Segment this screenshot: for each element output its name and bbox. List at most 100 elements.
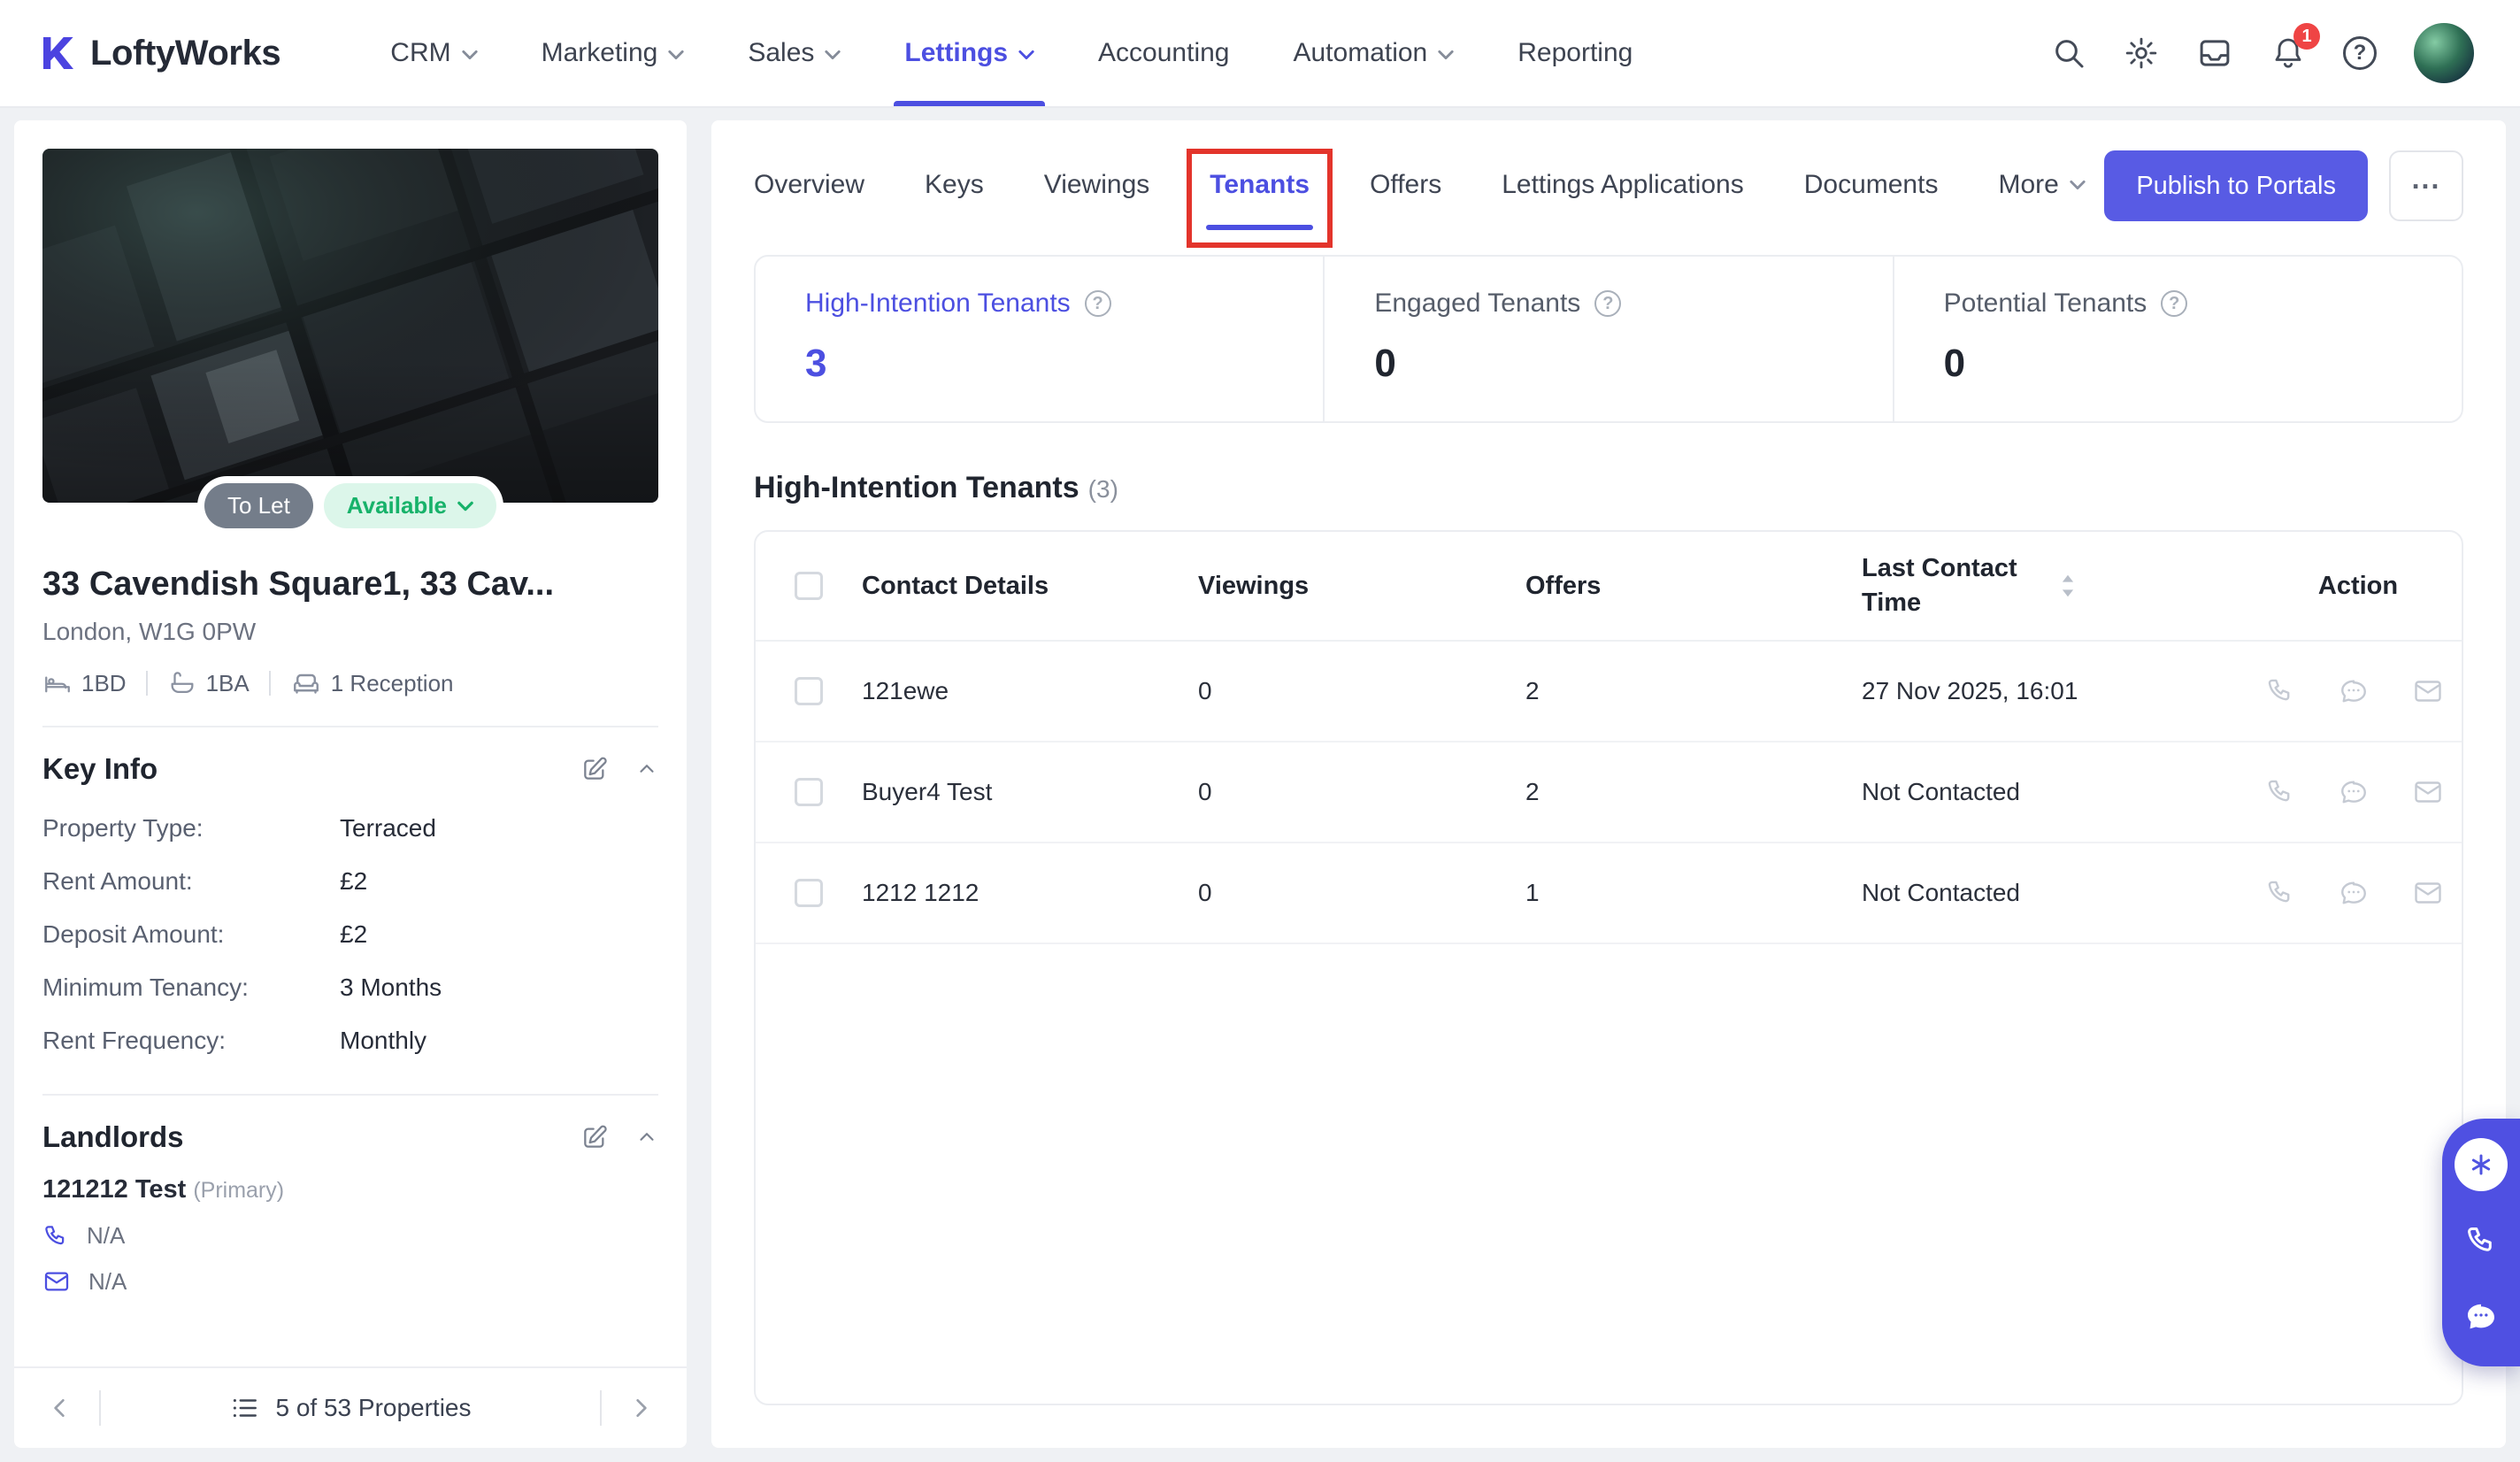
landlord-phone-row: N/A xyxy=(42,1222,658,1250)
next-property-button[interactable] xyxy=(619,1387,662,1429)
phone-icon xyxy=(45,1225,65,1244)
help-icon[interactable]: ? xyxy=(1084,290,1111,317)
help-icon[interactable]: ? xyxy=(1594,290,1622,317)
message-icon[interactable] xyxy=(2338,877,2370,909)
nav-item-reporting[interactable]: Reporting xyxy=(1486,0,1664,106)
call-icon[interactable] xyxy=(2265,777,2295,807)
availability-badge[interactable]: Available xyxy=(323,483,497,528)
divider xyxy=(145,671,148,696)
row-actions xyxy=(2265,675,2462,707)
sort-icon[interactable] xyxy=(2060,573,2076,598)
tab-tenants[interactable]: Tenants xyxy=(1187,142,1333,248)
nav-item-crm[interactable]: CRM xyxy=(358,0,509,106)
tenant-row[interactable]: Buyer4 Test 0 2 Not Contacted xyxy=(756,743,2462,843)
tab-viewings[interactable]: Viewings xyxy=(1044,142,1150,230)
prev-property-button[interactable] xyxy=(39,1387,81,1429)
divider xyxy=(42,726,658,727)
amenity-label: 1BA xyxy=(205,669,250,696)
intercom-icon[interactable] xyxy=(2455,1138,2508,1191)
tenant-row[interactable]: 121ewe 0 2 27 Nov 2025, 16:01 xyxy=(756,642,2462,743)
contact-name[interactable]: Buyer4 Test xyxy=(862,778,1198,806)
tab-keys[interactable]: Keys xyxy=(925,142,984,230)
divider xyxy=(268,671,271,696)
key-info-row: Minimum Tenancy: 3 Months xyxy=(42,961,658,1014)
chat-widget-icon[interactable] xyxy=(2455,1290,2508,1343)
email-icon[interactable] xyxy=(2412,675,2444,707)
nav-label: Accounting xyxy=(1098,38,1230,67)
email-icon[interactable] xyxy=(2412,877,2444,909)
nav-item-accounting[interactable]: Accounting xyxy=(1066,0,1261,106)
message-icon[interactable] xyxy=(2338,675,2370,707)
chevron-right-icon xyxy=(636,1399,647,1417)
stat-label: High-Intention Tenants xyxy=(805,289,1071,318)
contact-name[interactable]: 1212 1212 xyxy=(862,879,1198,907)
kv-label: Minimum Tenancy: xyxy=(42,973,249,1001)
divider xyxy=(99,1390,101,1426)
row-checkbox[interactable] xyxy=(795,778,823,806)
tab-label: Documents xyxy=(1803,170,1939,199)
tab-label: Viewings xyxy=(1043,170,1150,199)
tab-lettings-applications[interactable]: Lettings Applications xyxy=(1502,142,1744,230)
column-header-last-contact[interactable]: Last Contact Time xyxy=(1862,551,2265,620)
row-checkbox[interactable] xyxy=(795,879,823,907)
row-checkbox[interactable] xyxy=(795,677,823,705)
tenant-stats: High-Intention Tenants ? 3 Engaged Tenan… xyxy=(754,255,2463,423)
chevron-up-icon[interactable] xyxy=(635,1126,658,1149)
user-avatar[interactable] xyxy=(2414,23,2474,83)
call-icon[interactable] xyxy=(2265,878,2295,908)
inbox-icon[interactable] xyxy=(2196,35,2233,72)
nav-item-sales[interactable]: Sales xyxy=(716,0,872,106)
pagination-status[interactable]: 5 of 53 Properties xyxy=(119,1393,582,1423)
edit-icon[interactable] xyxy=(580,1123,609,1151)
edit-icon[interactable] xyxy=(580,755,609,783)
list-icon xyxy=(234,1398,257,1418)
column-header-text: Last Contact Time xyxy=(1862,553,2017,617)
landlord-name: 121212 Test xyxy=(42,1175,187,1204)
nav-item-marketing[interactable]: Marketing xyxy=(510,0,717,106)
tab-more[interactable]: More xyxy=(1998,142,2086,230)
kv-value: £2 xyxy=(340,920,368,948)
main-nav: CRM Marketing Sales Lettings Accounting … xyxy=(358,0,1664,106)
property-detail-panel: Overview Keys Viewings Tenants Offers Le… xyxy=(711,120,2506,1448)
nav-item-automation[interactable]: Automation xyxy=(1261,0,1486,106)
property-address: London, W1G 0PW xyxy=(42,618,257,645)
amenity-label: 1BD xyxy=(81,669,127,696)
more-options-button[interactable]: ... xyxy=(2389,150,2463,221)
call-widget-icon[interactable] xyxy=(2455,1214,2508,1267)
column-header-contact: Contact Details xyxy=(862,571,1049,600)
select-all-checkbox[interactable] xyxy=(795,572,823,600)
search-icon[interactable] xyxy=(2051,35,2086,71)
help-icon[interactable]: ? xyxy=(2161,290,2188,317)
offers-count: 2 xyxy=(1525,778,1540,805)
column-header-viewings: Viewings xyxy=(1198,571,1310,600)
nav-label: Reporting xyxy=(1517,38,1633,67)
bell-icon[interactable]: 1 xyxy=(2270,23,2320,71)
tenant-row[interactable]: 1212 1212 0 1 Not Contacted xyxy=(756,843,2462,944)
kv-value: £2 xyxy=(340,867,368,895)
chevron-up-icon[interactable] xyxy=(635,758,658,781)
help-icon[interactable]: ? xyxy=(2343,36,2377,70)
call-icon[interactable] xyxy=(2265,676,2295,706)
brand-logo[interactable]: LoftyWorks xyxy=(35,32,281,74)
contact-name[interactable]: 121ewe xyxy=(862,677,1198,705)
row-actions xyxy=(2265,776,2462,808)
last-contact-time: Not Contacted xyxy=(1862,879,2020,906)
stat-value: 0 xyxy=(1374,342,1396,385)
last-contact-time: Not Contacted xyxy=(1862,778,2020,805)
publish-to-portals-button[interactable]: Publish to Portals xyxy=(2104,150,2368,221)
email-icon[interactable] xyxy=(2412,776,2444,808)
viewings-count: 0 xyxy=(1198,879,1212,906)
gear-icon[interactable] xyxy=(2124,35,2159,71)
tab-offers[interactable]: Offers xyxy=(1370,142,1441,230)
nav-item-lettings[interactable]: Lettings xyxy=(872,0,1066,106)
tab-bar: Overview Keys Viewings Tenants Offers Le… xyxy=(754,142,2086,248)
message-icon[interactable] xyxy=(2338,776,2370,808)
chevron-left-icon xyxy=(54,1399,65,1417)
amenity-bathrooms: 1BA xyxy=(167,668,250,698)
landlord-phone: N/A xyxy=(87,1222,126,1249)
tab-label: Offers xyxy=(1370,170,1442,199)
divider xyxy=(600,1390,602,1426)
tab-overview[interactable]: Overview xyxy=(754,142,864,230)
notification-badge: 1 xyxy=(2293,23,2320,50)
tab-documents[interactable]: Documents xyxy=(1804,142,1939,230)
